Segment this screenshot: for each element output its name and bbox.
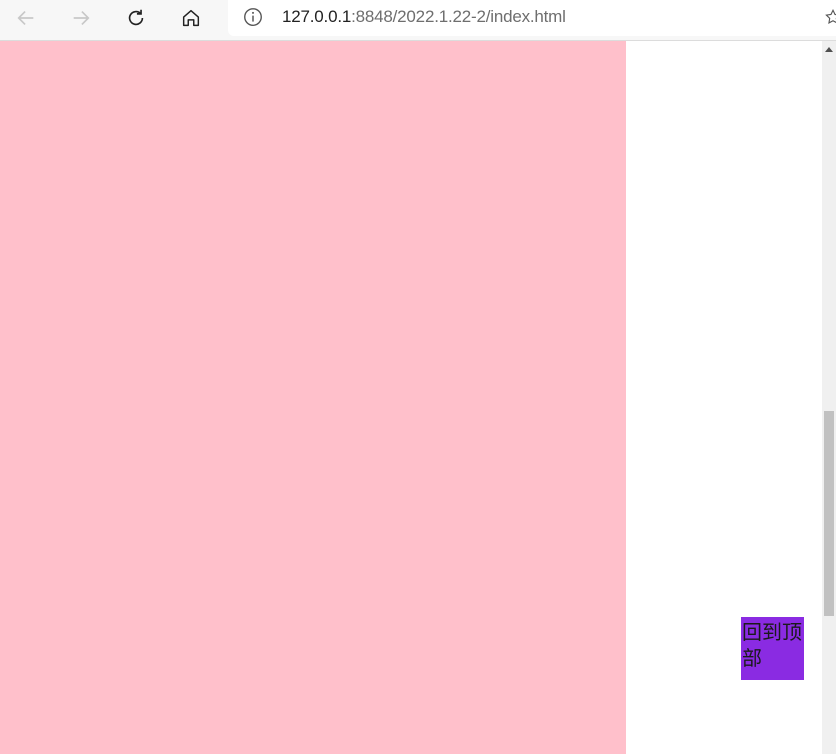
address-bar[interactable]: 127.0.0.1:8848/2022.1.22-2/index.html xyxy=(228,0,836,36)
scrollbar-thumb[interactable] xyxy=(824,410,834,616)
vertical-scrollbar[interactable] xyxy=(822,41,836,754)
back-arrow-icon xyxy=(17,10,34,26)
star-icon[interactable] xyxy=(824,8,836,26)
url-path: :8848/2022.1.22-2/index.html xyxy=(351,7,566,26)
url-host: 127.0.0.1 xyxy=(282,7,352,26)
url-text[interactable]: 127.0.0.1:8848/2022.1.22-2/index.html xyxy=(282,6,566,28)
page-viewport: 回到顶部 xyxy=(0,41,822,754)
scroll-up-arrow-icon[interactable] xyxy=(825,47,833,52)
home-icon xyxy=(182,9,200,27)
browser-toolbar: 127.0.0.1:8848/2022.1.22-2/index.html xyxy=(0,0,836,41)
forward-button[interactable] xyxy=(64,4,98,32)
forward-arrow-icon xyxy=(73,10,90,26)
back-button[interactable] xyxy=(9,4,43,32)
home-button[interactable] xyxy=(174,4,208,32)
pink-content-block xyxy=(0,41,626,754)
info-icon[interactable] xyxy=(242,6,264,28)
back-to-top-button[interactable]: 回到顶部 xyxy=(741,617,804,680)
reload-icon xyxy=(128,9,144,26)
reload-button[interactable] xyxy=(119,4,153,32)
